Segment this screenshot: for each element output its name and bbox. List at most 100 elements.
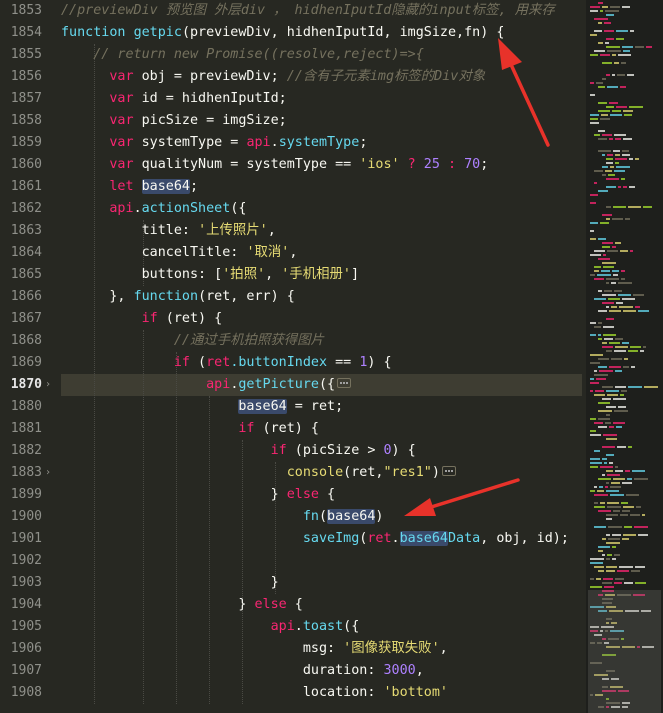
- keyword: function: [133, 289, 199, 304]
- minimap-line: [598, 550, 603, 552]
- minimap-line: [630, 346, 641, 348]
- minimap-line: [629, 106, 643, 108]
- minimap-line: [604, 586, 614, 588]
- code-line: } else {: [61, 594, 303, 616]
- minimap-line: [602, 166, 608, 168]
- minimap-line: [635, 566, 645, 568]
- minimap-line: [598, 510, 611, 512]
- function-name: getpic: [133, 25, 182, 40]
- minimap-line: [605, 10, 619, 12]
- minimap-line: [616, 426, 622, 428]
- minimap-line: [622, 510, 630, 512]
- minimap-line: [609, 366, 621, 368]
- minimap-line: [606, 558, 610, 560]
- minimap-line: [590, 334, 596, 336]
- minimap-line: [624, 358, 628, 360]
- string: 'bottom': [383, 685, 448, 700]
- minimap-line: [616, 166, 630, 168]
- minimap-line: [594, 422, 603, 424]
- minimap-line: [614, 554, 620, 556]
- minimap-line: [609, 342, 620, 344]
- minimap-line: [590, 378, 594, 380]
- minimap-line: [606, 454, 614, 456]
- ellipsis-fold-icon[interactable]: [441, 466, 456, 476]
- code-line: if (ret) {: [61, 418, 319, 440]
- minimap-line: [604, 290, 612, 292]
- minimap-line: [616, 38, 624, 40]
- minimap-line: [606, 74, 610, 76]
- minimap-line: [628, 446, 632, 448]
- minimap-line: [615, 154, 620, 156]
- minimap-line: [602, 554, 605, 556]
- minimap-line: [598, 190, 608, 192]
- minimap-line: [612, 558, 616, 560]
- code-editor[interactable]: 1853 1854 1855 1856 1857 1858 1859 1860 …: [0, 0, 663, 713]
- minimap-line: [606, 158, 613, 160]
- minimap-line: [594, 494, 608, 496]
- code-text: (ret, err) {: [198, 289, 295, 304]
- minimap-line: [604, 462, 607, 464]
- minimap-line: [612, 546, 616, 548]
- keyword: var: [109, 91, 134, 106]
- minimap-line: [600, 54, 610, 56]
- minimap-line: [605, 422, 611, 424]
- minimap-line: [594, 18, 608, 20]
- code-area[interactable]: //previewDiv 预览图 外层div ， hidhenIputId隐藏的…: [56, 0, 586, 713]
- minimap-line: [590, 458, 600, 460]
- minimap-line: [623, 366, 629, 368]
- minimap[interactable]: [586, 0, 663, 713]
- minimap-line: [594, 50, 605, 52]
- minimap-line: [622, 6, 630, 8]
- minimap-line: [594, 170, 603, 172]
- line-number: 1868: [10, 333, 42, 348]
- minimap-line: [620, 394, 624, 396]
- keyword: var: [109, 69, 134, 84]
- code-text: , obj, id);: [480, 531, 569, 546]
- minimap-line: [601, 270, 610, 272]
- code-text: {: [318, 487, 336, 502]
- minimap-line: [612, 74, 615, 76]
- minimap-line: [590, 430, 596, 432]
- chevron-right-icon[interactable]: ›: [45, 374, 51, 396]
- minimap-line: [612, 246, 616, 248]
- minimap-line: [635, 306, 640, 308]
- minimap-line: [598, 402, 610, 404]
- comment: //previewDiv 预览图 外层div ， hidhenIputId隐藏的…: [61, 3, 555, 18]
- code-text: (picSize >: [286, 443, 384, 458]
- minimap-line: [606, 318, 614, 320]
- code-text: ,: [267, 223, 276, 238]
- minimap-line: [598, 570, 604, 572]
- line-number: 1862: [10, 201, 42, 216]
- minimap-line: [621, 278, 625, 280]
- minimap-line: [590, 54, 598, 56]
- minimap-line: [606, 278, 619, 280]
- code-line: //previewDiv 预览图 外层div ， hidhenIputId隐藏的…: [61, 0, 555, 22]
- minimap-line: [615, 470, 623, 472]
- minimap-line: [611, 306, 617, 308]
- code-line: }: [61, 572, 279, 594]
- line-number: 1899: [10, 487, 42, 502]
- minimap-line: [644, 386, 658, 388]
- function-name: toast: [302, 619, 344, 634]
- function-name: fn: [302, 509, 319, 524]
- minimap-line: [603, 578, 613, 580]
- property-name: Data: [447, 531, 481, 546]
- minimap-line: [603, 266, 614, 268]
- minimap-line: [622, 538, 629, 540]
- minimap-viewport-slider[interactable]: [588, 590, 661, 713]
- line-number: 1908: [10, 685, 42, 700]
- line-number: 1861: [10, 179, 42, 194]
- minimap-line: [606, 186, 616, 188]
- minimap-line: [617, 446, 626, 448]
- ellipsis-fold-icon[interactable]: [337, 378, 352, 388]
- code-line: api.actionSheet({: [61, 198, 246, 220]
- operator: :: [439, 157, 465, 172]
- keyword: var: [109, 135, 134, 150]
- minimap-line: [612, 270, 619, 272]
- minimap-line: [590, 114, 599, 116]
- minimap-line: [602, 294, 616, 296]
- chevron-right-icon[interactable]: ›: [45, 462, 51, 484]
- code-line: }, function(ret, err) {: [61, 286, 295, 308]
- minimap-line: [602, 78, 606, 80]
- minimap-line: [622, 482, 632, 484]
